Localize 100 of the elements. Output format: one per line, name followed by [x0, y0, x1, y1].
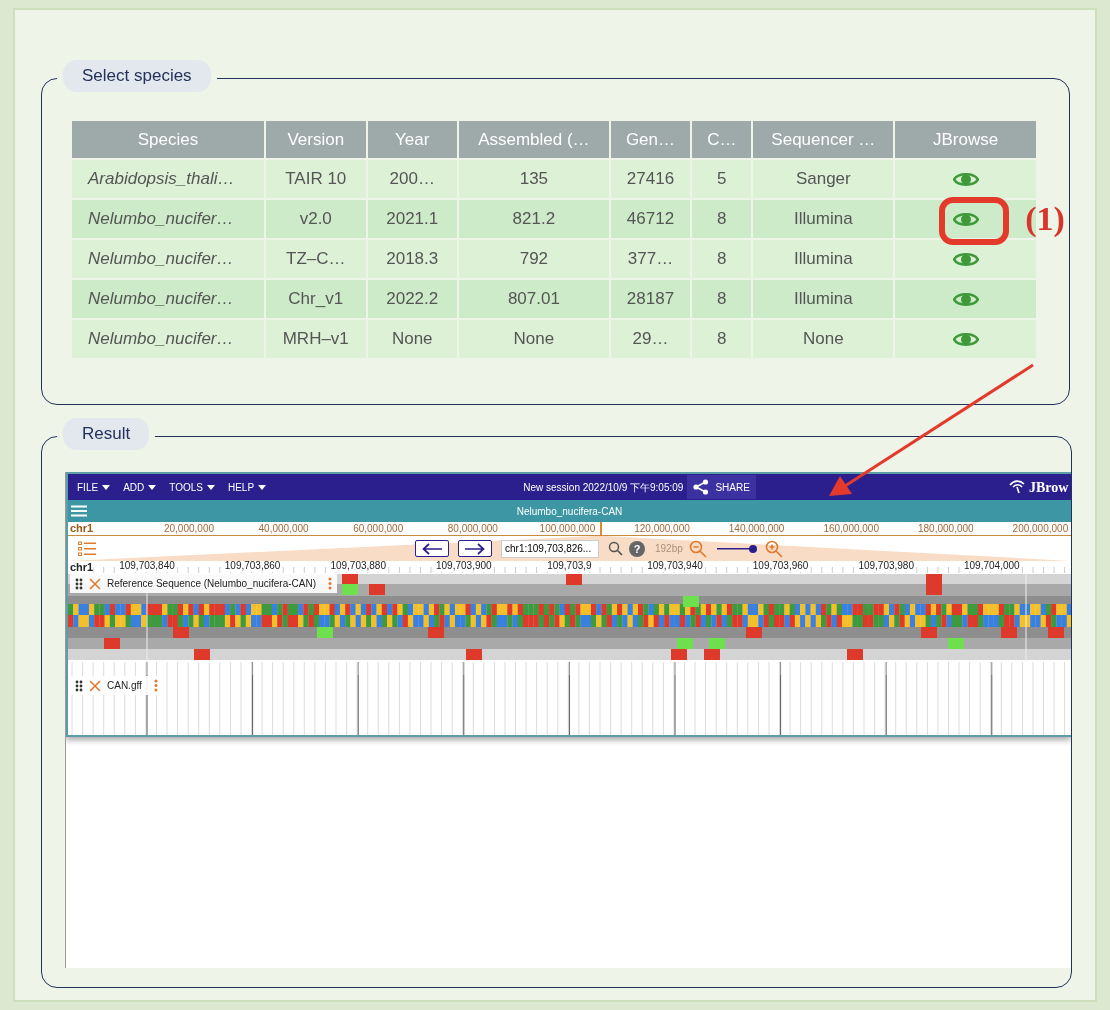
table-cell: Sanger: [752, 159, 895, 199]
eye-icon[interactable]: [952, 211, 979, 229]
ruler-label: 109,703,840: [117, 561, 177, 572]
menu-button[interactable]: HELP: [223, 479, 271, 495]
caret-icon: [148, 484, 157, 490]
ruler-label: 109,703,940: [645, 561, 705, 572]
position-marker: [600, 522, 602, 535]
drag-handle-icon[interactable]: [75, 577, 83, 590]
caret-icon: [102, 484, 111, 490]
table-cell: 8: [691, 239, 753, 279]
table-cell: 2022.2: [366, 279, 458, 319]
track-list-icon[interactable]: [78, 540, 96, 557]
eye-icon[interactable]: [952, 291, 979, 309]
caret-icon: [206, 484, 215, 490]
table-cell: Chr_v1: [265, 279, 367, 319]
track-name: CAN.gff: [107, 679, 142, 693]
ruler-label: 140,000,000: [728, 522, 785, 535]
caret-icon: [258, 484, 267, 490]
ruler-label: 100,000,000: [539, 522, 596, 535]
table-cell: 2018.3: [366, 239, 458, 279]
logo-icon: [1009, 480, 1025, 494]
zoom-in-icon[interactable]: [764, 539, 783, 558]
column-header: Version: [265, 121, 367, 159]
ruler-label: 20,000,000: [163, 522, 215, 535]
view-title: Nelumbo_nucifera-CAN: [516, 504, 623, 519]
menu-button[interactable]: TOOLS: [165, 479, 219, 495]
zoom-slider[interactable]: [716, 544, 755, 553]
share-icon: [693, 479, 710, 495]
column-header: Sequencer …: [752, 121, 895, 159]
logo-text: JBrow: [1029, 478, 1069, 497]
ruler-label: 160,000,000: [823, 522, 879, 535]
menu-button[interactable]: ADD: [119, 479, 161, 495]
session-title: New session 2022/10/9 下午9:05:09: [523, 480, 684, 495]
table-cell: None: [752, 319, 895, 359]
ruler-label: 180,000,000: [918, 522, 974, 535]
eye-icon[interactable]: [952, 251, 979, 269]
ruler-label: 109,703,960: [750, 561, 811, 572]
ruler-label: 60,000,000: [353, 522, 404, 535]
span-label: 192bp: [655, 542, 683, 556]
table-cell: Illumina: [752, 239, 895, 279]
close-icon[interactable]: [89, 577, 101, 590]
ruler-label: 80,000,000: [447, 522, 498, 535]
kebab-menu-icon[interactable]: [153, 679, 158, 692]
search-icon[interactable]: [608, 541, 623, 556]
table-cell: Nelumbo_nucifer…: [71, 239, 265, 279]
ruler-label: 109,703,880: [328, 561, 388, 572]
table-cell: Nelumbo_nucifer…: [71, 319, 265, 359]
menu-button[interactable]: FILE: [73, 479, 115, 495]
column-header: Gen…: [609, 121, 692, 159]
column-header: Assembled (…: [458, 121, 610, 159]
location-field[interactable]: chr1:109,703,826...: [501, 539, 599, 558]
table-cell: None: [366, 319, 458, 359]
table-cell: v2.0: [265, 199, 367, 239]
left-arrow-icon: [422, 542, 442, 555]
menu-icon[interactable]: [71, 505, 87, 517]
eye-icon[interactable]: [952, 331, 979, 349]
table-cell: 821.2: [458, 199, 610, 239]
ruler-label: 120,000,000: [634, 522, 690, 535]
kebab-menu-icon[interactable]: [328, 577, 332, 590]
table-cell: Illumina: [752, 279, 895, 319]
drag-handle-icon[interactable]: [75, 679, 83, 692]
column-header: Year: [366, 121, 458, 159]
table-cell: 377…: [609, 239, 692, 279]
table-cell: Illumina: [752, 199, 895, 239]
share-button[interactable]: SHARE: [687, 475, 756, 499]
table-cell: 8: [691, 319, 753, 359]
right-arrow-icon: [465, 542, 485, 555]
callout-label: (1): [1025, 202, 1065, 236]
table-cell: TAIR 10: [265, 159, 367, 199]
table-cell: 792: [458, 239, 610, 279]
table-cell: 8: [691, 279, 753, 319]
close-icon[interactable]: [89, 679, 101, 692]
column-header: C…: [691, 121, 753, 159]
table-cell: 135: [458, 159, 610, 199]
ruler-label: 40,000,000: [258, 522, 309, 535]
column-header: JBrowse: [894, 121, 1037, 159]
ruler-label: 109,703,9: [545, 561, 594, 572]
table-cell: 807.01: [458, 279, 610, 319]
chromosome-label: chr1: [70, 522, 94, 535]
table-cell: 27416: [609, 159, 692, 199]
ruler-label: 109,703,980: [856, 561, 916, 572]
column-header: Species: [71, 121, 265, 159]
track-name: Reference Sequence (Nelumbo_nucifera-CAN): [107, 577, 316, 591]
ruler-label: 109,704,000: [962, 561, 1022, 572]
table-cell: Nelumbo_nucifer…: [71, 199, 265, 239]
table-cell: 5: [691, 159, 753, 199]
table-cell: 28187: [609, 279, 692, 319]
table-cell: Nelumbo_nucifer…: [71, 279, 265, 319]
table-cell: 8: [691, 199, 753, 239]
table-cell: 200…: [366, 159, 458, 199]
table-cell: 2021.1: [366, 199, 458, 239]
chromosome-label: chr1: [70, 561, 94, 573]
zoom-out-icon[interactable]: [688, 539, 707, 558]
ruler-label: 109,703,900: [434, 561, 494, 572]
back-button[interactable]: [415, 540, 449, 557]
table-cell: Arabidopsis_thali…: [71, 159, 265, 199]
eye-icon[interactable]: [952, 171, 979, 189]
table-cell: None: [458, 319, 610, 359]
forward-button[interactable]: [458, 540, 492, 557]
table-cell: MRH–v1: [265, 319, 367, 359]
